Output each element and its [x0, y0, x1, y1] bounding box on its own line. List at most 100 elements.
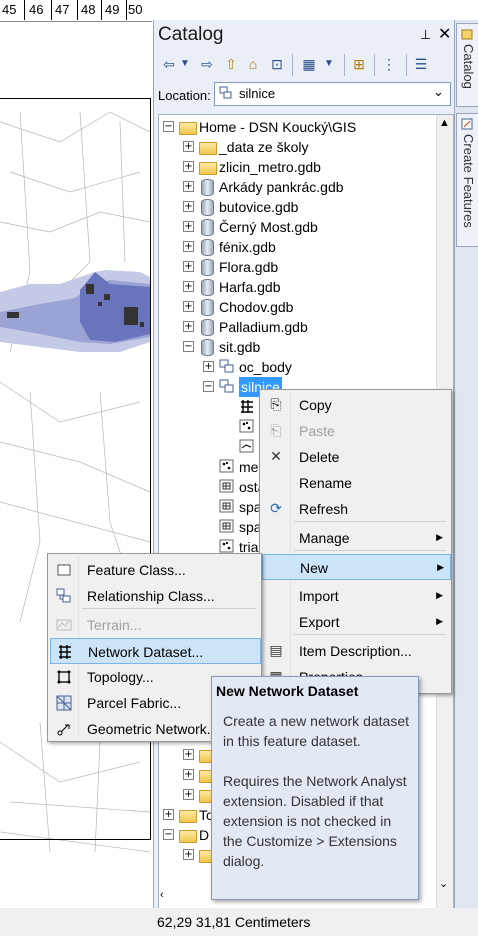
menu-item-new[interactable]: New ▶	[262, 554, 451, 580]
geodatabase-icon	[201, 239, 214, 256]
menu-item-rename[interactable]: Rename	[262, 470, 449, 494]
ruler-tick	[77, 0, 78, 20]
submenu-item-label: Network Dataset...	[88, 644, 204, 660]
feature-dataset-icon	[219, 359, 235, 374]
scroll-left-icon[interactable]: ‹	[160, 889, 164, 901]
menu-item-label: Manage	[299, 530, 350, 546]
create-features-icon	[461, 118, 473, 130]
submenu-item-network-dataset[interactable]: Network Dataset...	[50, 638, 261, 664]
new-folder-icon[interactable]: ⊞	[350, 55, 368, 73]
options-icon[interactable]: ☰	[412, 55, 430, 73]
submenu-item-relationship-class[interactable]: Relationship Class...	[50, 583, 259, 607]
toolbar-separator	[344, 54, 345, 76]
ruler-tick-label: 46	[29, 2, 44, 17]
expand-icon[interactable]: +	[163, 809, 174, 820]
expand-icon[interactable]: +	[183, 141, 194, 152]
tab-create-features[interactable]: Create Features	[456, 113, 478, 247]
tree-item[interactable]: − Home - DSN Koucký\GIS	[159, 117, 439, 137]
home-icon[interactable]: ⌂	[244, 55, 262, 73]
folder-icon	[199, 162, 217, 175]
chevron-down-icon[interactable]: ⌄	[433, 84, 444, 100]
menu-item-refresh[interactable]: ⟳ Refresh	[262, 496, 449, 520]
network-dataset-icon	[57, 643, 73, 659]
raster-icon	[219, 499, 235, 514]
collapse-icon[interactable]: −	[163, 121, 174, 132]
feature-dataset-icon	[219, 379, 235, 394]
expand-icon[interactable]: +	[183, 849, 194, 860]
toggle-contents-icon[interactable]: ⋮	[380, 55, 398, 73]
tree-item-label: Flora.gdb	[219, 259, 279, 275]
scroll-down-icon[interactable]: ⌄	[439, 877, 448, 890]
expand-icon[interactable]: +	[183, 221, 194, 232]
menu-item-paste[interactable]: ⎗ Paste	[262, 418, 449, 442]
tree-item[interactable]: + Flora.gdb	[159, 257, 439, 277]
catalog-title-bar: Catalog ⊥ ✕	[154, 20, 455, 50]
expand-icon[interactable]: +	[183, 241, 194, 252]
tree-item[interactable]: + oc_body	[159, 357, 439, 377]
tree-item[interactable]: + fénix.gdb	[159, 237, 439, 257]
tab-catalog[interactable]: Catalog	[456, 23, 478, 107]
document-icon: ▤	[269, 642, 283, 658]
submenu-item-label: Relationship Class...	[87, 588, 215, 604]
submenu-item-feature-class[interactable]: Feature Class...	[50, 557, 259, 581]
submenu-arrow-icon: ▶	[437, 562, 444, 572]
expand-icon[interactable]: +	[183, 161, 194, 172]
expand-icon[interactable]: +	[183, 789, 194, 800]
tree-item[interactable]: + Chodov.gdb	[159, 297, 439, 317]
expand-icon[interactable]: +	[183, 181, 194, 192]
menu-item-export[interactable]: Export ▶	[262, 609, 449, 633]
parcel-fabric-icon	[56, 694, 72, 711]
connect-folder-icon[interactable]: ⊡	[268, 55, 286, 73]
status-bar: 62,29 31,81 Centimeters	[153, 908, 478, 936]
menu-separator	[294, 634, 446, 635]
forward-icon[interactable]: ⇨	[198, 55, 216, 73]
ruler-tick-label: 47	[55, 2, 70, 17]
up-one-level-icon[interactable]: ⇧	[222, 55, 240, 73]
close-icon[interactable]: ✕	[438, 24, 451, 44]
views-icon[interactable]: ▦	[300, 55, 318, 73]
menu-item-label: Delete	[299, 449, 340, 465]
expand-icon[interactable]: +	[183, 769, 194, 780]
expand-icon[interactable]: +	[183, 261, 194, 272]
menu-item-import[interactable]: Import ▶	[262, 583, 449, 607]
tree-item[interactable]: − sit.gdb	[159, 337, 439, 357]
tree-item[interactable]: + zlicin_metro.gdb	[159, 157, 439, 177]
submenu-item-label: Feature Class...	[87, 562, 186, 578]
raster-icon	[219, 479, 235, 494]
geodatabase-icon	[201, 319, 214, 336]
collapse-icon[interactable]: −	[163, 829, 174, 840]
expand-icon[interactable]: +	[183, 201, 194, 212]
menu-item-copy[interactable]: ⎘ Copy	[262, 392, 449, 416]
ruler-tick-label: 50	[128, 2, 143, 17]
expand-icon[interactable]: +	[183, 301, 194, 312]
expand-icon[interactable]: +	[183, 321, 194, 332]
submenu-item-terrain[interactable]: Terrain...	[50, 612, 259, 636]
collapse-icon[interactable]: −	[183, 341, 194, 352]
map-view[interactable]: 45 46 47 48 49 50	[0, 0, 152, 908]
back-dropdown-icon[interactable]: ▼	[176, 55, 194, 73]
point-feature-class-icon	[239, 419, 255, 434]
expand-icon[interactable]: +	[183, 749, 194, 760]
menu-item-item-description[interactable]: ▤ Item Description...	[262, 638, 449, 662]
expand-icon[interactable]: +	[183, 281, 194, 292]
menu-item-delete[interactable]: ✕ Delete	[262, 444, 449, 468]
ruler-tick	[51, 0, 52, 20]
menu-separator	[294, 521, 446, 522]
views-dropdown-icon[interactable]: ▼	[320, 55, 338, 73]
scroll-up-icon[interactable]: ▲	[439, 117, 450, 129]
pin-icon[interactable]: ⊥	[420, 27, 431, 43]
location-value: silnice	[239, 86, 276, 101]
tree-item[interactable]: + Palladium.gdb	[159, 317, 439, 337]
tree-item[interactable]: + _data ze školy	[159, 137, 439, 157]
geometric-network-icon	[56, 720, 72, 736]
tree-item[interactable]: + butovice.gdb	[159, 197, 439, 217]
tree-item[interactable]: + Arkády pankrác.gdb	[159, 177, 439, 197]
collapse-icon[interactable]: −	[203, 381, 214, 392]
menu-item-label: Export	[299, 614, 340, 630]
tree-item[interactable]: + Harfa.gdb	[159, 277, 439, 297]
location-combobox[interactable]: silnice ⌄	[214, 82, 451, 106]
tree-item-label: Home - DSN Koucký\GIS	[199, 119, 357, 135]
menu-item-manage[interactable]: Manage ▶	[262, 525, 449, 549]
expand-icon[interactable]: +	[203, 361, 214, 372]
tree-item[interactable]: + Černý Most.gdb	[159, 217, 439, 237]
